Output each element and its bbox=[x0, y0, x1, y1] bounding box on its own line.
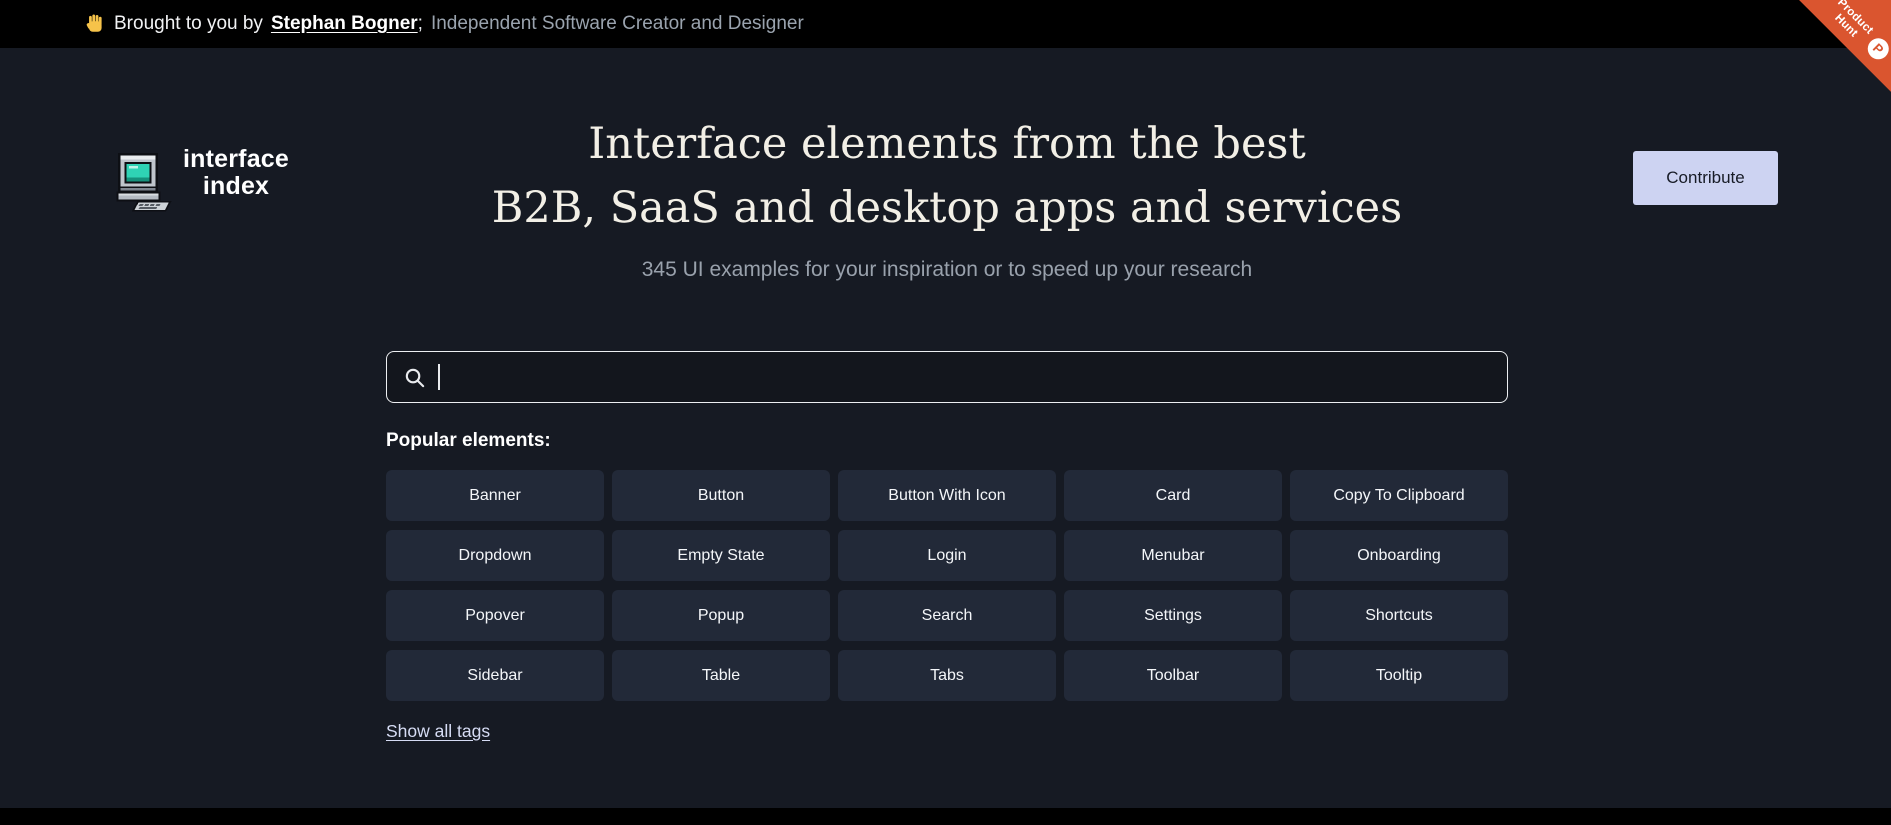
text-cursor bbox=[438, 364, 440, 390]
tag-button[interactable]: Popover bbox=[386, 590, 604, 641]
search-input[interactable] bbox=[451, 352, 1491, 402]
tag-button[interactable]: Table bbox=[612, 650, 830, 701]
tag-button[interactable]: Tooltip bbox=[1290, 650, 1508, 701]
tag-grid: Banner Button Button With Icon Card Copy To … bbox=[386, 470, 1508, 701]
pixel-computer-icon bbox=[116, 153, 172, 212]
popular-elements-label: Popular elements: bbox=[386, 430, 551, 451]
search-icon bbox=[405, 368, 425, 387]
banner-separator: ; bbox=[417, 13, 423, 34]
tag-button[interactable]: Settings bbox=[1064, 590, 1282, 641]
top-banner: Brought to you by Stephan Bogner; Indepe… bbox=[0, 0, 1891, 48]
tag-button[interactable]: Menubar bbox=[1064, 530, 1282, 581]
wave-hand-icon bbox=[84, 13, 106, 35]
banner-author-wrap: Stephan Bogner; bbox=[271, 13, 423, 35]
tag-button[interactable]: Button bbox=[612, 470, 830, 521]
tag-button[interactable]: Dropdown bbox=[386, 530, 604, 581]
tag-button[interactable]: Popup bbox=[612, 590, 830, 641]
show-all-tags-link[interactable]: Show all tags bbox=[386, 721, 490, 742]
tag-button[interactable]: Copy To Clipboard bbox=[1290, 470, 1508, 521]
tag-button[interactable]: Search bbox=[838, 590, 1056, 641]
tag-button[interactable]: Login bbox=[838, 530, 1056, 581]
tag-button[interactable]: Sidebar bbox=[386, 650, 604, 701]
product-hunt-p-icon: P bbox=[1863, 33, 1891, 64]
tag-button[interactable]: Banner bbox=[386, 470, 604, 521]
product-hunt-ribbon: Product Hunt P bbox=[1799, 0, 1891, 92]
search-bar[interactable] bbox=[386, 351, 1508, 403]
footer-bar bbox=[0, 808, 1891, 825]
product-hunt-badge[interactable]: Product Hunt P bbox=[1779, 0, 1891, 112]
logo-wordmark: interface index bbox=[183, 145, 290, 200]
tag-button[interactable]: Shortcuts bbox=[1290, 590, 1508, 641]
author-link[interactable]: Stephan Bogner bbox=[271, 13, 418, 34]
tag-button[interactable]: Button With Icon bbox=[838, 470, 1056, 521]
page-title: Interface elements from the best B2B, Sa… bbox=[491, 119, 1403, 233]
contribute-button[interactable]: Contribute bbox=[1633, 151, 1778, 205]
page-subtitle: 345 UI examples for your inspiration or … bbox=[641, 258, 1253, 281]
banner-prefix: Brought to you by bbox=[114, 13, 263, 34]
tag-button[interactable]: Tabs bbox=[838, 650, 1056, 701]
tag-button[interactable]: Empty State bbox=[612, 530, 830, 581]
page: Brought to you by Stephan Bogner; Indepe… bbox=[0, 0, 1891, 825]
tag-button[interactable]: Toolbar bbox=[1064, 650, 1282, 701]
site-logo[interactable]: interface index bbox=[110, 146, 289, 214]
tag-button[interactable]: Card bbox=[1064, 470, 1282, 521]
tag-button[interactable]: Onboarding bbox=[1290, 530, 1508, 581]
product-hunt-label: Product Hunt bbox=[1832, 0, 1876, 40]
banner-suffix: Independent Software Creator and Designe… bbox=[430, 13, 804, 34]
